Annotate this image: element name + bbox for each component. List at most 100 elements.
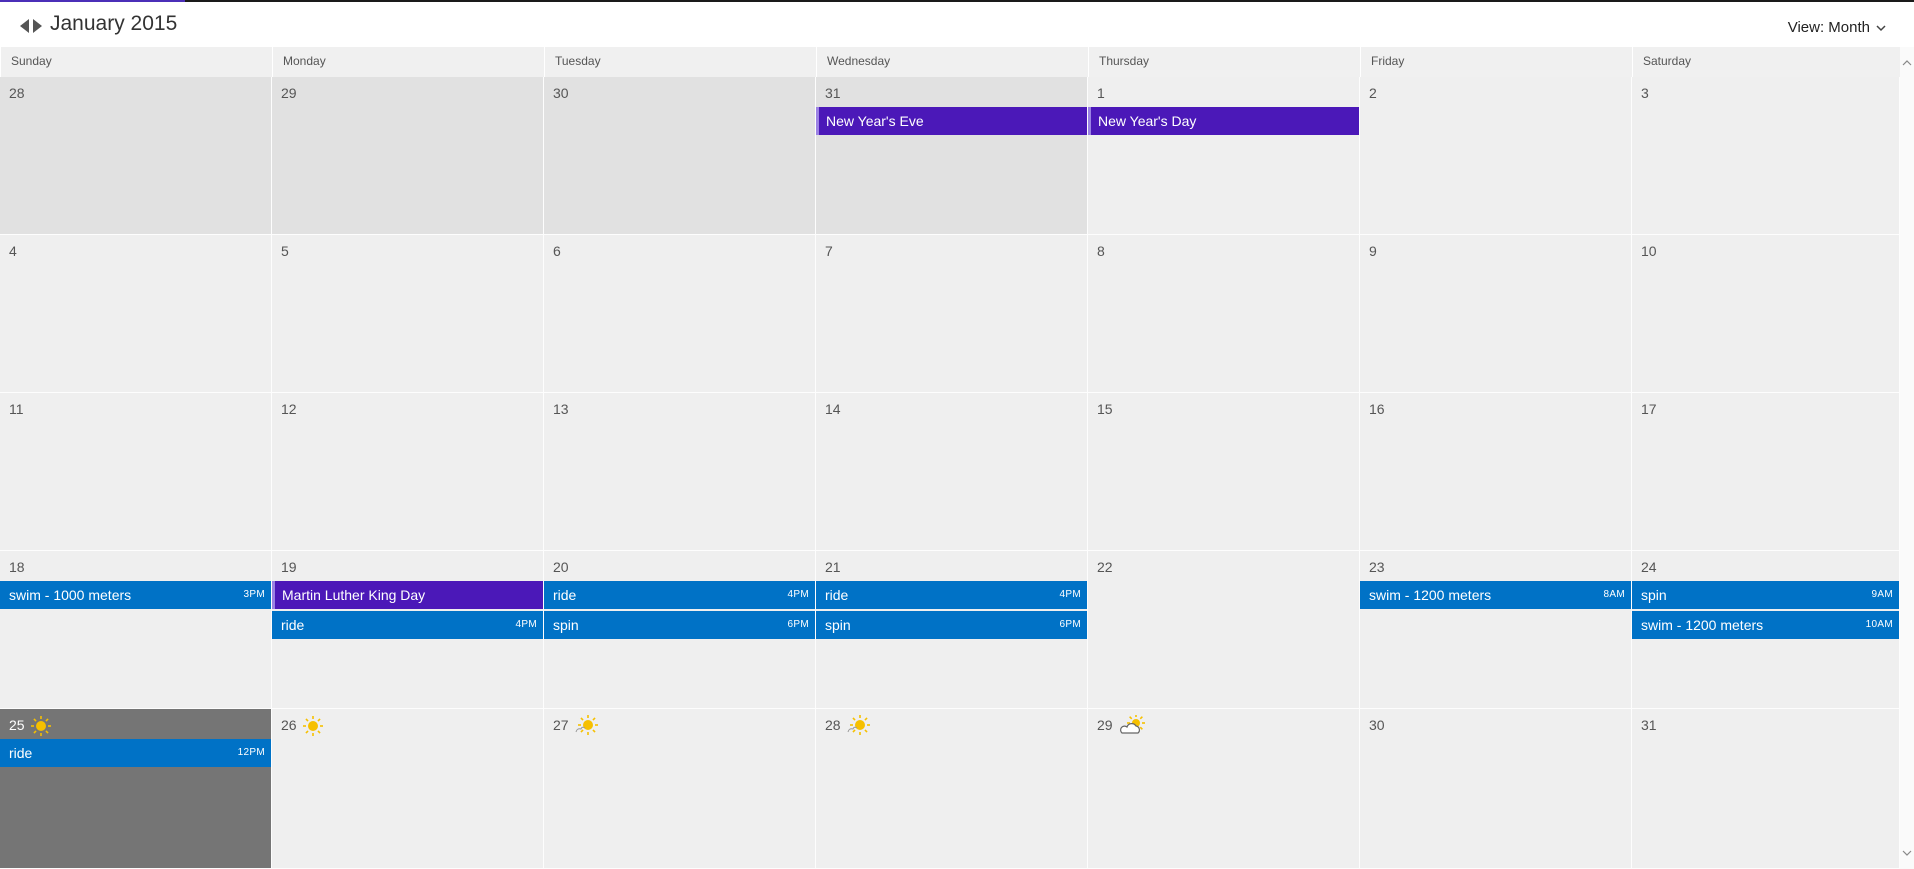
- calendar-event[interactable]: spin 6PM: [816, 611, 1087, 639]
- calendar-event[interactable]: ride 4PM: [272, 611, 543, 639]
- scroll-down-icon[interactable]: [1902, 845, 1912, 856]
- day-cell[interactable]: 14: [816, 393, 1088, 551]
- calendar-event[interactable]: swim - 1200 meters 8AM: [1360, 581, 1631, 609]
- day-cell[interactable]: 24 spin 9AM swim - 1200 meters 10AM: [1632, 551, 1900, 709]
- day-cell[interactable]: 9: [1360, 235, 1632, 393]
- day-number: 6: [553, 243, 561, 259]
- day-cell[interactable]: 13: [544, 393, 816, 551]
- chevron-down-icon: [1876, 19, 1886, 36]
- day-cell[interactable]: 20 ride 4PM spin 6PM: [544, 551, 816, 709]
- scroll-up-icon[interactable]: [1902, 55, 1912, 66]
- day-number: 28: [825, 717, 841, 733]
- day-cell[interactable]: 11: [0, 393, 272, 551]
- view-dropdown[interactable]: View: Month: [1788, 19, 1886, 36]
- month-title: January 2015: [50, 12, 178, 35]
- day-number: 31: [825, 85, 841, 101]
- day-number: 16: [1369, 401, 1385, 417]
- day-number: 11: [9, 401, 24, 417]
- calendar-event[interactable]: swim - 1200 meters 10AM: [1632, 611, 1899, 639]
- event-time: 6PM: [787, 619, 809, 630]
- event-time: 10AM: [1865, 619, 1893, 630]
- day-cell[interactable]: 8: [1088, 235, 1360, 393]
- partly-sunny-icon: [574, 715, 598, 742]
- day-cell[interactable]: 7: [816, 235, 1088, 393]
- event-title: Martin Luther King Day: [282, 587, 426, 603]
- day-cell[interactable]: 30: [544, 77, 816, 235]
- day-cell[interactable]: 4: [0, 235, 272, 393]
- day-number: 3: [1641, 85, 1649, 101]
- day-cell[interactable]: 30: [1360, 709, 1632, 869]
- day-cell[interactable]: 12: [272, 393, 544, 551]
- day-cell[interactable]: 23 swim - 1200 meters 8AM: [1360, 551, 1632, 709]
- day-number: 30: [553, 85, 569, 101]
- event-title: New Year's Day: [1098, 113, 1197, 129]
- day-cell[interactable]: 16: [1360, 393, 1632, 551]
- day-cell[interactable]: 21 ride 4PM spin 6PM: [816, 551, 1088, 709]
- vertical-scrollbar[interactable]: [1900, 47, 1914, 869]
- day-number: 29: [1097, 717, 1113, 733]
- event-time: 4PM: [787, 589, 809, 600]
- day-cell[interactable]: 17: [1632, 393, 1900, 551]
- day-number: 13: [553, 401, 569, 417]
- day-number: 31: [1641, 717, 1657, 733]
- previous-month-icon[interactable]: [19, 18, 29, 34]
- event-title: ride: [281, 617, 305, 633]
- event-time: 3PM: [243, 589, 265, 600]
- day-cell[interactable]: 31 New Year's Eve: [816, 77, 1088, 235]
- weekday-monday: Monday: [272, 47, 544, 77]
- calendar-header: January 2015 View: Month: [0, 2, 1914, 47]
- day-cell[interactable]: 22: [1088, 551, 1360, 709]
- day-number: 22: [1097, 559, 1113, 575]
- holiday-event[interactable]: New Year's Day: [1088, 107, 1359, 135]
- event-title: swim - 1000 meters: [9, 587, 132, 603]
- holiday-event[interactable]: Martin Luther King Day: [272, 581, 543, 609]
- day-number: 21: [825, 559, 841, 575]
- day-cell[interactable]: 27: [544, 709, 816, 869]
- sunny-icon: [302, 715, 324, 742]
- day-number: 10: [1641, 243, 1657, 259]
- event-time: 9AM: [1871, 589, 1893, 600]
- partly-sunny-icon: [846, 715, 870, 742]
- event-time: 4PM: [1059, 589, 1081, 600]
- day-cell[interactable]: 1 New Year's Day: [1088, 77, 1360, 235]
- day-number: 14: [825, 401, 841, 417]
- day-cell[interactable]: 5: [272, 235, 544, 393]
- day-cell[interactable]: 25 ride 12PM: [0, 709, 272, 869]
- calendar-event[interactable]: ride 12PM: [0, 739, 271, 767]
- day-number: 23: [1369, 559, 1385, 575]
- event-title: swim - 1200 meters: [1369, 587, 1492, 603]
- weekday-sunday: Sunday: [0, 47, 272, 77]
- calendar-event[interactable]: spin 9AM: [1632, 581, 1899, 609]
- day-cell[interactable]: 28: [0, 77, 272, 235]
- day-number: 7: [825, 243, 833, 259]
- day-number: 29: [281, 85, 297, 101]
- day-cell[interactable]: 3: [1632, 77, 1900, 235]
- month-grid: 28 29 30 31 New Year's Eve 1 New Year's Day 2 3 4…: [0, 77, 1900, 869]
- day-cell[interactable]: 2: [1360, 77, 1632, 235]
- day-cell[interactable]: 18 swim - 1000 meters 3PM: [0, 551, 272, 709]
- day-cell[interactable]: 31: [1632, 709, 1900, 869]
- calendar-event[interactable]: ride 4PM: [816, 581, 1087, 609]
- event-time: 6PM: [1059, 619, 1081, 630]
- day-number: 30: [1369, 717, 1385, 733]
- day-number: 26: [281, 717, 297, 733]
- holiday-event[interactable]: New Year's Eve: [816, 107, 1087, 135]
- day-cell[interactable]: 6: [544, 235, 816, 393]
- day-number: 4: [9, 243, 17, 259]
- day-cell[interactable]: 10: [1632, 235, 1900, 393]
- day-number: 8: [1097, 243, 1105, 259]
- event-title: spin: [1641, 587, 1667, 603]
- day-cell[interactable]: 15: [1088, 393, 1360, 551]
- calendar-event[interactable]: spin 6PM: [544, 611, 815, 639]
- next-month-icon[interactable]: [33, 18, 43, 34]
- calendar-event[interactable]: ride 4PM: [544, 581, 815, 609]
- event-time: 8AM: [1603, 589, 1625, 600]
- day-cell[interactable]: 29: [1088, 709, 1360, 869]
- day-cell[interactable]: 19 Martin Luther King Day ride 4PM: [272, 551, 544, 709]
- day-cell[interactable]: 29: [272, 77, 544, 235]
- day-cell[interactable]: 28: [816, 709, 1088, 869]
- day-cell[interactable]: 26: [272, 709, 544, 869]
- calendar-event[interactable]: swim - 1000 meters 3PM: [0, 581, 271, 609]
- event-time: 12PM: [237, 747, 265, 758]
- day-number: 24: [1641, 559, 1657, 575]
